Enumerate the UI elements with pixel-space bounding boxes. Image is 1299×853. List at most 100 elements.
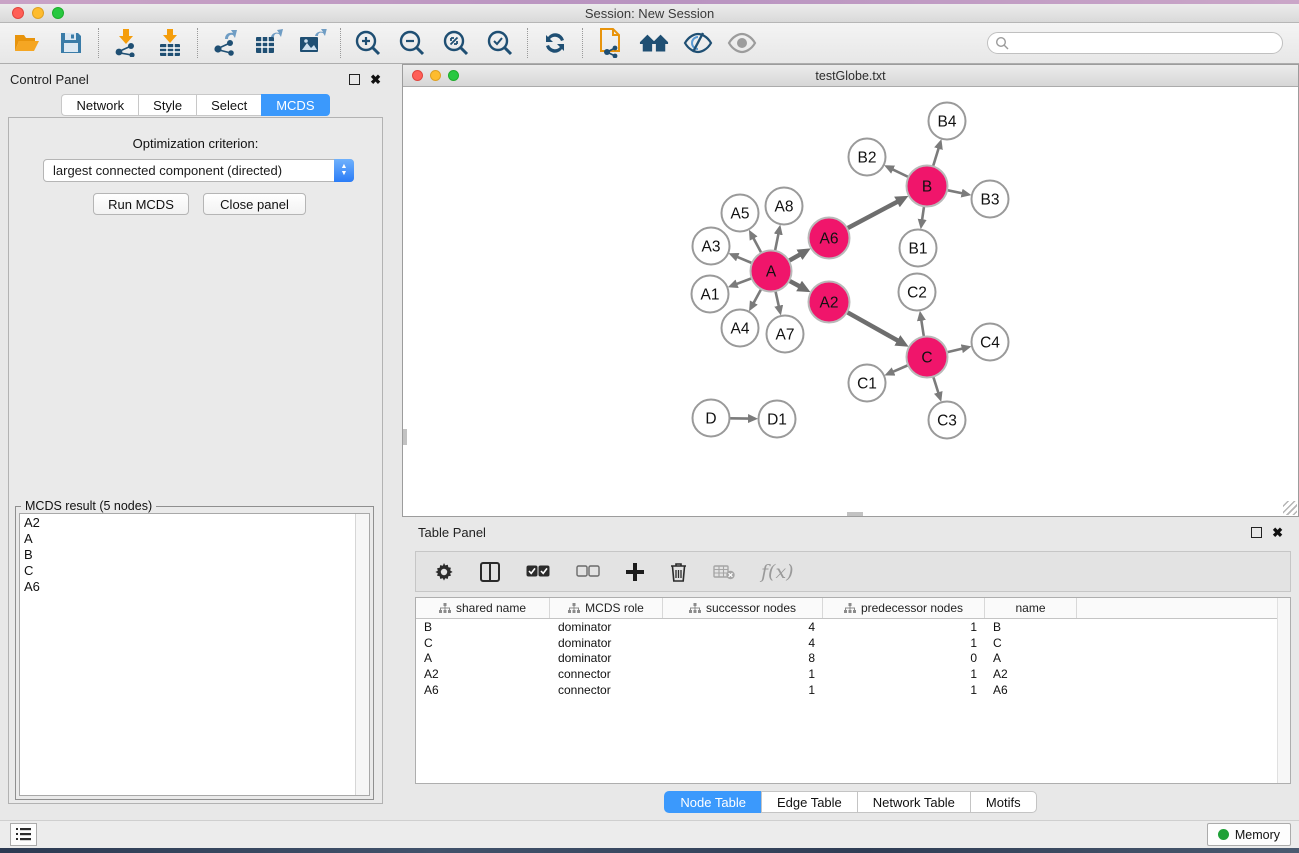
network-window-titlebar[interactable]: testGlobe.txt [403,65,1298,87]
result-item[interactable]: A2 [20,514,369,530]
table-cell[interactable]: 8 [663,651,823,665]
table-cell[interactable]: B [416,620,550,634]
table-scrollbar[interactable] [1277,598,1290,783]
table-cell[interactable]: B [985,620,1077,634]
close-icon[interactable]: ✖ [1272,527,1283,538]
table-cell[interactable]: 1 [663,667,823,681]
node-A6[interactable]: A6 [809,218,850,259]
table-cell[interactable]: connector [550,667,663,681]
tab-node-table[interactable]: Node Table [664,791,761,813]
edge-A-A1[interactable] [737,278,753,284]
node-A8[interactable]: A8 [766,188,803,225]
tab-motifs[interactable]: Motifs [970,791,1037,813]
edge-B-B1[interactable] [922,205,924,219]
mcds-result-list[interactable]: A2ABCA6 [19,513,370,796]
node-A4[interactable]: A4 [722,310,759,347]
table-row[interactable]: Cdominator41C [416,635,1290,651]
show-eye-icon[interactable] [727,28,757,58]
table-cell[interactable]: 4 [663,636,823,650]
hide-eye-icon[interactable] [683,28,713,58]
tab-edge-table[interactable]: Edge Table [761,791,857,813]
table-cell[interactable]: 1 [823,636,985,650]
node-C2[interactable]: C2 [899,274,936,311]
table-cell[interactable]: C [416,636,550,650]
edge-B-B3[interactable] [946,190,962,193]
edge-A6-B[interactable] [846,202,897,229]
edge-B-B4[interactable] [933,148,939,167]
network-graph[interactable]: B4B2BB3A5A8A6A3B1AA1A2C2A4A7C4CC1C3DD1 [403,87,1298,516]
delete-table-icon[interactable] [713,564,735,580]
network-canvas[interactable]: B4B2BB3A5A8A6A3B1AA1A2C2A4A7C4CC1C3DD1 [403,87,1298,516]
result-item[interactable]: A6 [20,578,369,594]
zoom-out-icon[interactable] [397,28,427,58]
search-input[interactable] [1010,34,1282,52]
float-window-icon[interactable] [349,74,360,85]
table-row[interactable]: Adominator80A [416,651,1290,667]
table-cell[interactable]: A [416,651,550,665]
table-cell[interactable]: 1 [823,667,985,681]
node-D1[interactable]: D1 [759,401,796,438]
node-A5[interactable]: A5 [722,195,759,232]
memory-button[interactable]: Memory [1207,823,1291,846]
edge-A-A6[interactable] [788,255,800,262]
edge-B-B2[interactable] [893,169,910,177]
table-cell[interactable]: dominator [550,651,663,665]
export-image-icon[interactable] [298,28,328,58]
node-C1[interactable]: C1 [849,365,886,402]
node-B4[interactable]: B4 [929,103,966,140]
network-file-icon[interactable] [595,28,625,58]
table-cell[interactable]: 4 [663,620,823,634]
tab-mcds[interactable]: MCDS [261,94,329,116]
search-field[interactable] [987,32,1283,54]
table-row[interactable]: Bdominator41B [416,619,1290,635]
deselect-all-icon[interactable] [576,565,600,578]
edge-C-C3[interactable] [933,376,938,393]
table-cell[interactable]: A2 [985,667,1077,681]
node-B1[interactable]: B1 [900,230,937,267]
table-cell[interactable]: A6 [985,683,1077,697]
table-cell[interactable]: 0 [823,651,985,665]
home-icon[interactable] [639,28,669,58]
node-table[interactable]: shared nameMCDS rolesuccessor nodesprede… [415,597,1291,784]
run-mcds-button[interactable]: Run MCDS [93,193,189,215]
edge-C-C2[interactable] [921,320,924,338]
export-network-icon[interactable] [210,28,240,58]
gear-icon[interactable] [434,562,454,582]
open-folder-icon[interactable] [12,28,42,58]
edge-A2-C[interactable] [846,312,898,341]
node-A3[interactable]: A3 [693,228,730,265]
edge-A-A3[interactable] [737,257,753,264]
table-cell[interactable]: C [985,636,1077,650]
result-item[interactable]: C [20,562,369,578]
task-history-button[interactable] [10,823,37,846]
save-icon[interactable] [56,28,86,58]
table-cell[interactable]: A [985,651,1077,665]
edge-C-C4[interactable] [946,349,962,353]
edge-A-A8[interactable] [775,234,779,252]
table-cell[interactable]: A2 [416,667,550,681]
tab-network-table[interactable]: Network Table [857,791,970,813]
result-scrollbar[interactable] [355,514,369,795]
close-icon[interactable]: ✖ [370,74,381,85]
refresh-layout-icon[interactable] [540,28,570,58]
import-network-icon[interactable] [111,28,141,58]
node-C[interactable]: C [907,337,948,378]
column-header-shared-name[interactable]: shared name [416,598,550,618]
column-header-successor-nodes[interactable]: successor nodes [663,598,823,618]
column-header-predecessor-nodes[interactable]: predecessor nodes [823,598,985,618]
table-cell[interactable]: 1 [823,683,985,697]
delete-icon[interactable] [670,562,687,582]
node-A2[interactable]: A2 [809,282,850,323]
function-icon[interactable]: f(x) [761,561,794,583]
node-A1[interactable]: A1 [692,276,729,313]
table-cell[interactable]: connector [550,683,663,697]
result-item[interactable]: B [20,546,369,562]
edge-A-A4[interactable] [754,288,762,303]
select-all-icon[interactable] [526,565,550,578]
column-header-MCDS-role[interactable]: MCDS role [550,598,663,618]
zoom-fit-icon[interactable] [441,28,471,58]
canvas-vscroll-nub[interactable] [403,429,407,445]
table-cell[interactable]: dominator [550,636,663,650]
columns-icon[interactable] [480,562,500,582]
canvas-hscroll-nub[interactable] [847,512,863,516]
